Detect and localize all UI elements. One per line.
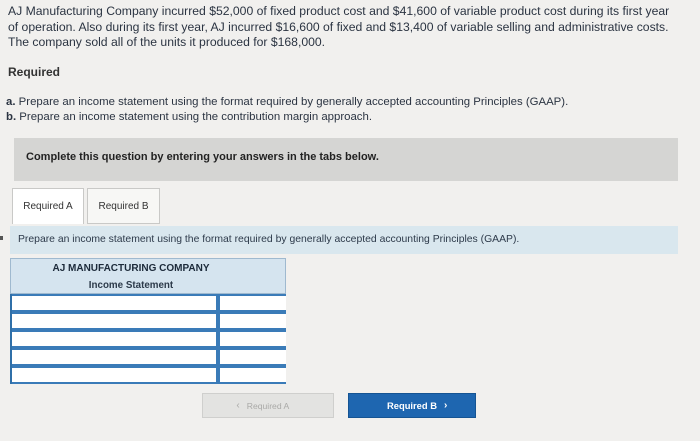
problem-line: of operation. Also during its first year… [8, 19, 669, 34]
task-letter: a. [6, 96, 16, 108]
problem-line: The company sold all of the units it pro… [8, 35, 326, 50]
amount-input[interactable] [220, 368, 286, 382]
problem-line: AJ Manufacturing Company incurred $52,00… [8, 4, 670, 18]
next-required-b-button[interactable]: › Required B › [348, 393, 476, 418]
instruction-banner: Complete this question by entering your … [14, 138, 678, 181]
statement-header: AJ MANUFACTURING COMPANY Income Statemen… [10, 258, 286, 294]
line-item-input[interactable] [12, 368, 216, 382]
current-section-marker [0, 236, 3, 240]
prev-required-a-button[interactable]: ‹ Required A ‹ [202, 393, 334, 418]
income-statement-table: AJ MANUFACTURING COMPANY Income Statemen… [10, 258, 286, 384]
statement-title: Income Statement [88, 280, 174, 291]
chevron-left-icon: ‹ [236, 400, 240, 411]
table-row [10, 348, 286, 366]
line-item-input[interactable] [12, 350, 216, 364]
problem-text: AJ Manufacturing Company incurred $52,00… [8, 4, 698, 51]
tab-label: Required A [23, 201, 73, 212]
amount-input[interactable] [220, 314, 286, 328]
task-letter: b. [6, 110, 17, 123]
amount-input[interactable] [220, 296, 286, 310]
task-text: Prepare an income statement using the fo… [18, 96, 569, 108]
line-item-input[interactable] [12, 314, 216, 328]
amount-input[interactable] [220, 350, 286, 364]
tab-required-b[interactable]: Required B [87, 188, 160, 224]
company-name: AJ MANUFACTURING COMPANY [52, 263, 210, 274]
task-item: b. Prepare an income statement using the… [6, 110, 568, 125]
prompt-bar: Prepare an income statement using the fo… [10, 226, 678, 254]
prompt-text: Prepare an income statement using the fo… [18, 234, 520, 245]
task-text: Prepare an income statement using the co… [19, 110, 372, 123]
prev-button-label: Required A [246, 400, 290, 411]
tab-label: Required B [98, 200, 149, 212]
chevron-right-icon: › [444, 400, 448, 411]
tab-required-a[interactable]: Required A [12, 188, 84, 224]
amount-input[interactable] [220, 332, 286, 346]
task-list: a. Prepare an income statement using the… [6, 95, 568, 124]
task-item: a. Prepare an income statement using the… [6, 95, 568, 110]
line-item-input[interactable] [12, 332, 216, 346]
table-row [10, 294, 286, 312]
required-heading: Required [8, 65, 61, 79]
table-row [10, 330, 286, 348]
table-row [10, 366, 286, 384]
instruction-text: Complete this question by entering your … [26, 151, 379, 163]
next-button-label: Required B [386, 400, 437, 411]
line-item-input[interactable] [12, 296, 216, 310]
table-row [10, 312, 286, 330]
